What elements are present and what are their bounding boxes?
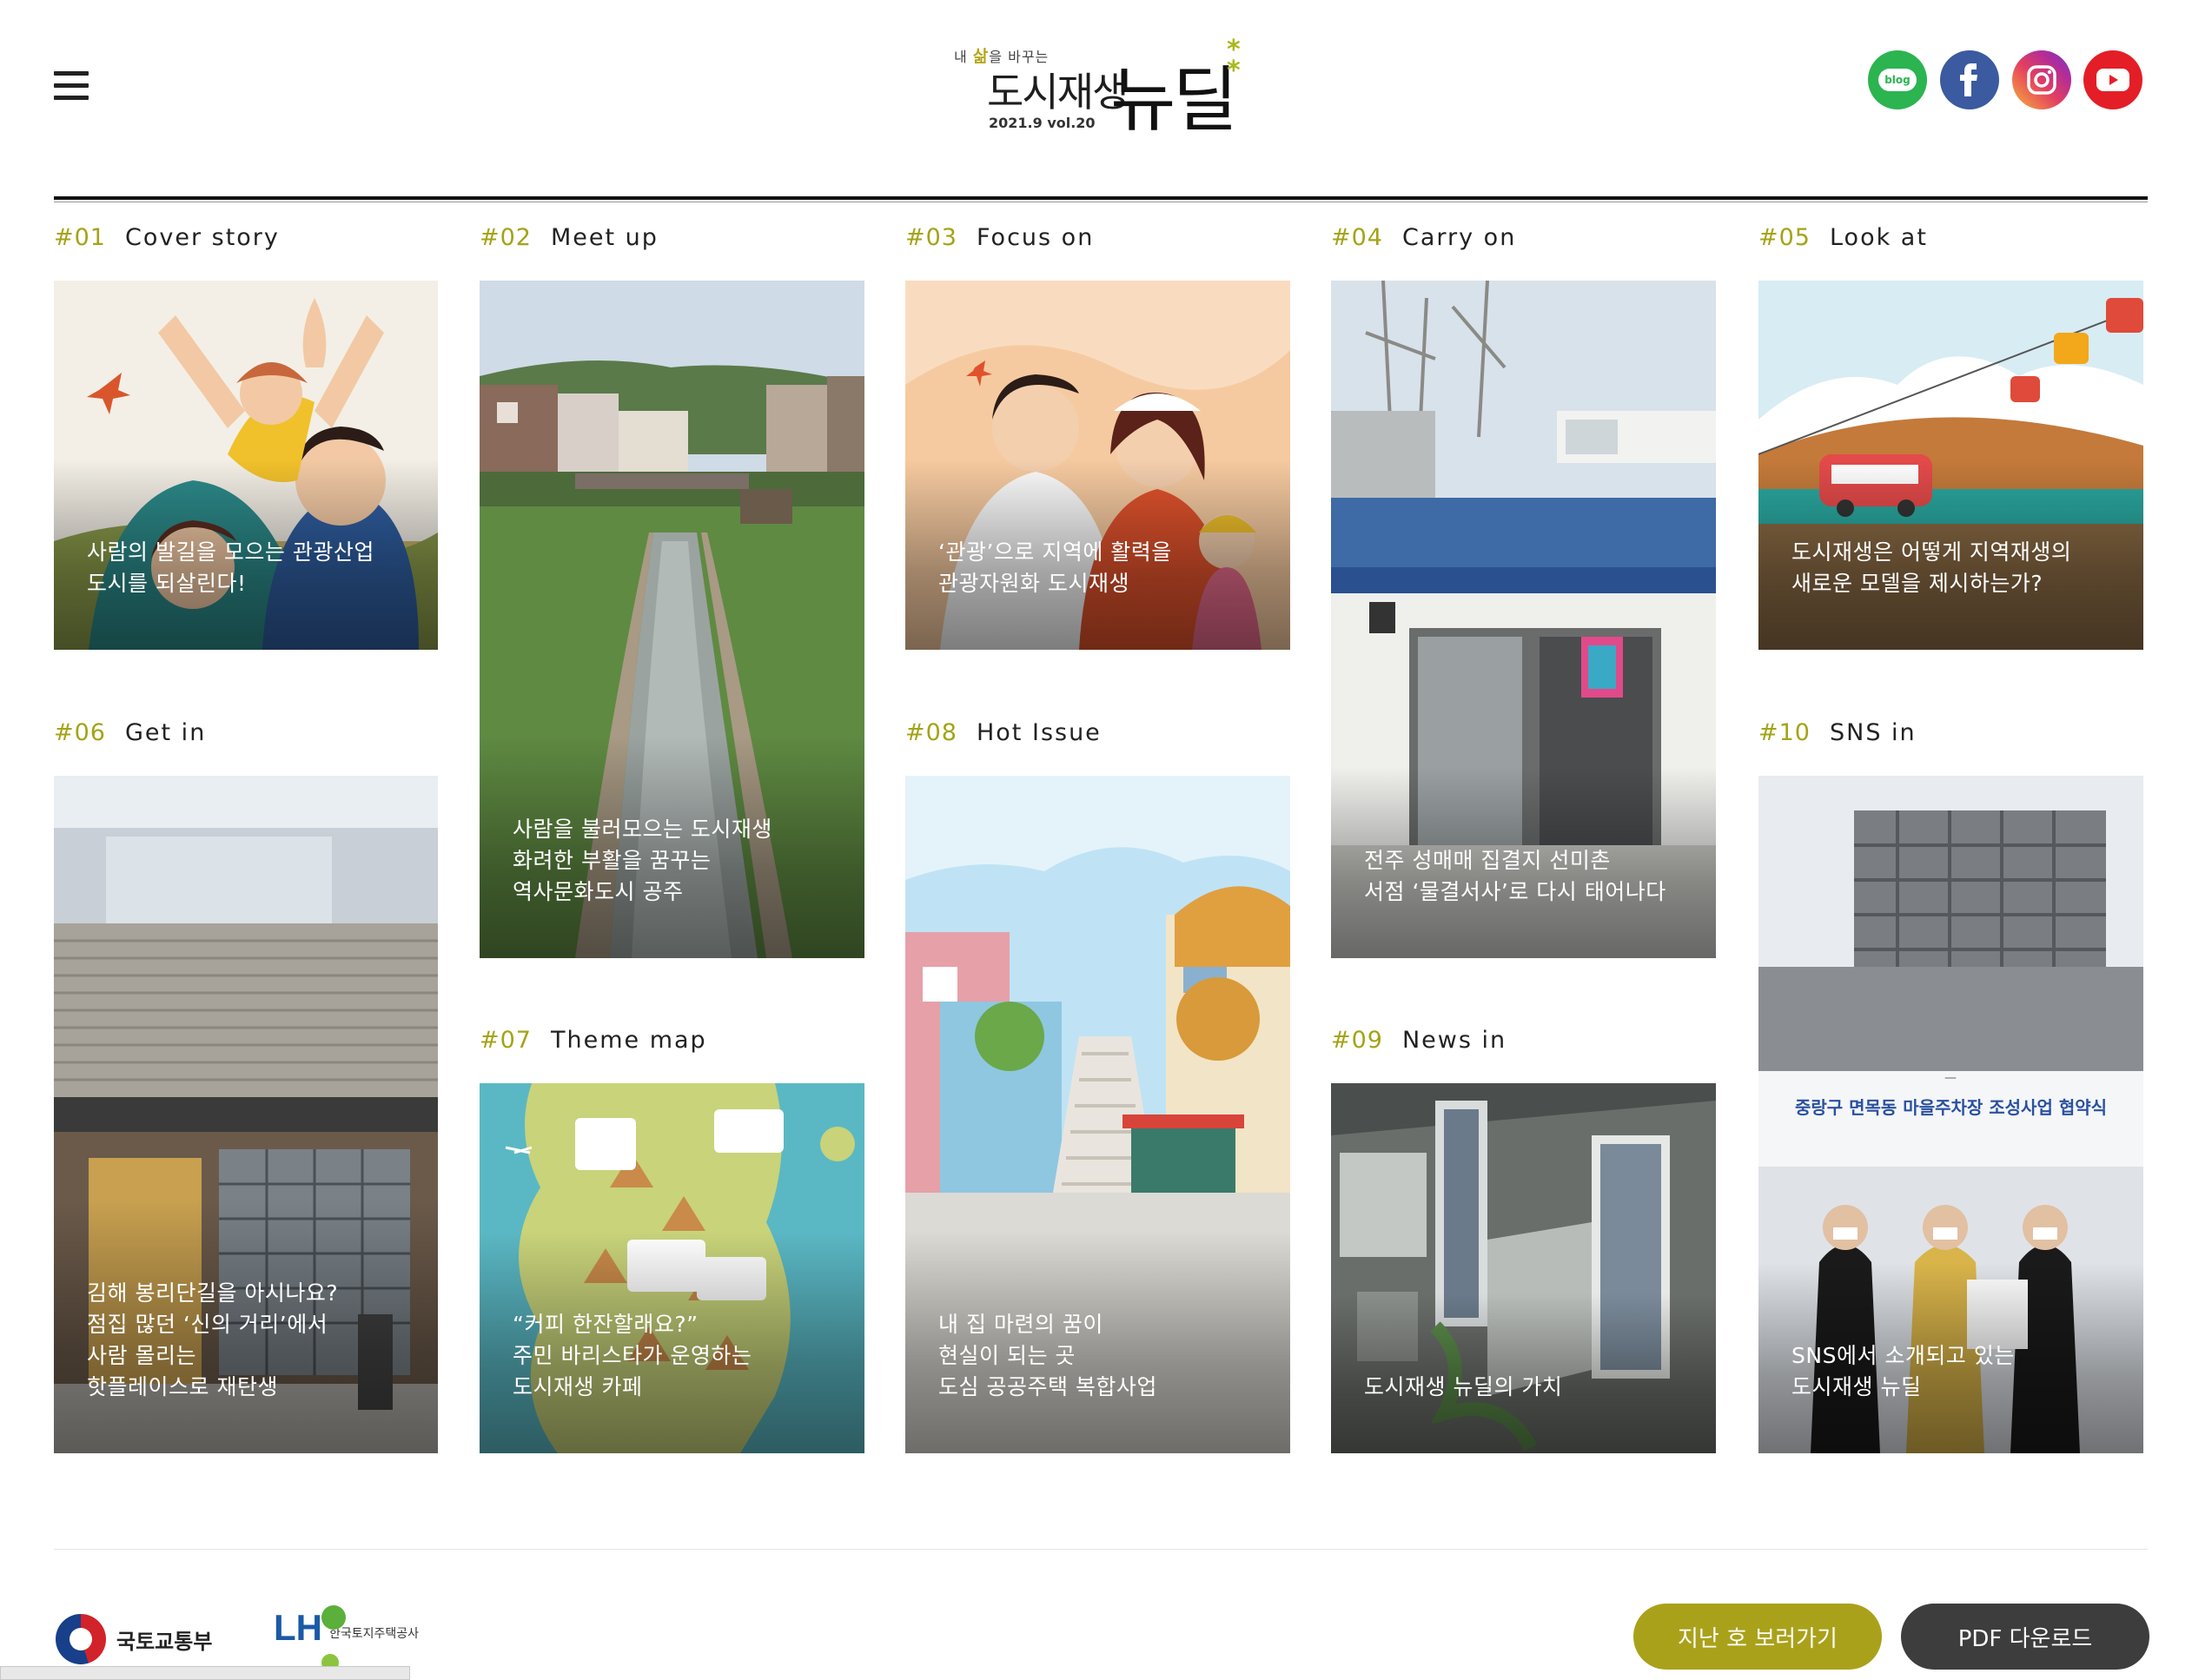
section-header-04[interactable]: #04 Carry on (1331, 224, 1516, 251)
previous-issues-button[interactable]: 지난 호 보러가기 (1633, 1604, 1882, 1670)
lh-mark: LH (274, 1605, 346, 1671)
card-get-in[interactable]: 김해 봉리단길을 아시나요? 점집 많던 ‘신의 거리’에서 사람 몰리는 핫플… (54, 776, 438, 1453)
card-caption: 도시재생은 어떻게 지역재생의 새로운 모델을 제시하는가? (1758, 459, 2143, 650)
section-header-10[interactable]: #10 SNS in (1758, 719, 1917, 746)
section-header-07[interactable]: #07 Theme map (480, 1027, 707, 1054)
card-caption: SNS에서 소개되고 있는 도시재생 뉴딜 (1758, 1262, 2143, 1453)
card-cover-story[interactable]: 사람의 발길을 모으는 관광산업 도시를 되살린다! (54, 281, 438, 650)
card-caption: 내 집 마련의 꿈이 현실이 되는 곳 도심 공공주택 복합사업 (905, 1231, 1290, 1453)
svg-text:—: — (1944, 1071, 1957, 1085)
section-header-08[interactable]: #08 Hot Issue (905, 719, 1102, 746)
section-header-01[interactable]: #01 Cover story (54, 224, 280, 251)
youtube-icon[interactable] (2083, 50, 2142, 109)
card-hot-issue[interactable]: 내 집 마련의 꿈이 현실이 되는 곳 도심 공공주택 복합사업 (905, 776, 1290, 1453)
ceremony-banner-text: 중랑구 면목동 마을주차장 조성사업 협약식 (1794, 1097, 2108, 1118)
logo-big-text: 뉴딜 (1110, 59, 1238, 142)
section-header-02[interactable]: #02 Meet up (480, 224, 659, 251)
browser-status-bar (0, 1666, 410, 1680)
logo-stars: * * (1227, 35, 1241, 86)
instagram-icon[interactable] (2012, 50, 2071, 109)
card-caption: 전주 성매매 집결지 선미촌 서점 ‘물결서사’로 다시 태어나다 (1331, 767, 1716, 958)
issue-number: 2021.9 vol.20 (989, 115, 1096, 131)
facebook-icon[interactable] (1940, 50, 1999, 109)
pdf-download-button[interactable]: PDF 다운로드 (1901, 1604, 2149, 1670)
magazine-logo[interactable]: 내 삶을 바꾸는 도시재생 뉴딜 2021.9 vol.20 * * (947, 36, 1251, 149)
section-header-06[interactable]: #06 Get in (54, 719, 206, 746)
card-caption: 사람을 불러모으는 도시재생 화려한 부활을 꿈꾸는 역사문화도시 공주 (480, 736, 864, 958)
footer-divider (54, 1549, 2148, 1550)
card-caption: 도시재생 뉴딜의 가치 (1331, 1293, 1716, 1453)
card-caption: ‘관광’으로 지역에 활력을 관광자원화 도시재생 (905, 459, 1290, 650)
menu-icon[interactable] (54, 71, 89, 101)
header-divider (54, 196, 2148, 200)
section-header-09[interactable]: #09 News in (1331, 1027, 1507, 1054)
card-focus-on[interactable]: ‘관광’으로 지역에 활력을 관광자원화 도시재생 (905, 281, 1290, 650)
card-sns-in[interactable]: — 중랑구 면목동 마을주차장 조성사업 협약식 SNS에서 소개되고 있는 도… (1758, 776, 2143, 1453)
section-header-03[interactable]: #03 Focus on (905, 224, 1094, 251)
card-news-in[interactable]: 도시재생 뉴딜의 가치 (1331, 1083, 1716, 1453)
card-caption: 사람의 발길을 모으는 관광산업 도시를 되살린다! (54, 459, 438, 650)
lh-logo[interactable]: LH 한국토지주택공사 (274, 1605, 419, 1671)
logo-main-text: 도시재생 (987, 69, 1129, 116)
card-look-at[interactable]: 도시재생은 어떻게 지역재생의 새로운 모델을 제시하는가? (1758, 281, 2143, 650)
section-header-05[interactable]: #05 Look at (1758, 224, 1928, 251)
card-theme-map[interactable]: “커피 한잔할래요?” 주민 바리스타가 운영하는 도시재생 카페 (480, 1083, 864, 1453)
card-carry-on[interactable]: 전주 성매매 집결지 선미촌 서점 ‘물결서사’로 다시 태어나다 (1331, 281, 1716, 958)
card-caption: 김해 봉리단길을 아시나요? 점집 많던 ‘신의 거리’에서 사람 몰리는 핫플… (54, 1200, 438, 1453)
taegeuk-emblem-icon (56, 1614, 106, 1664)
card-meet-up[interactable]: 사람을 불러모으는 도시재생 화려한 부활을 꿈꾸는 역사문화도시 공주 (480, 281, 864, 958)
blog-icon[interactable]: blog (1868, 50, 1927, 109)
card-caption: “커피 한잔할래요?” 주민 바리스타가 운영하는 도시재생 카페 (480, 1231, 864, 1453)
molit-logo[interactable]: 국토교통부 (56, 1614, 212, 1664)
